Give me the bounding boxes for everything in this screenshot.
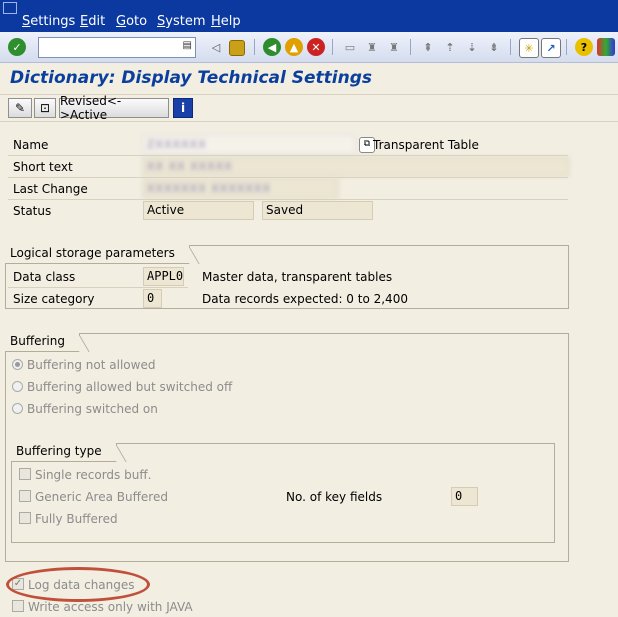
exit-icon[interactable]: ▲ xyxy=(285,38,303,56)
info-icon[interactable]: i xyxy=(173,98,193,118)
last-change-label: Last Change xyxy=(13,182,88,196)
command-history-icon[interactable]: ▤ xyxy=(183,40,192,51)
single-records-checkbox[interactable] xyxy=(19,468,31,480)
revised-active-button[interactable]: Revised<->Active xyxy=(59,94,169,122)
back-arrow-icon[interactable]: ◁ xyxy=(207,38,225,56)
logical-storage-title: Logical storage parameters xyxy=(5,245,190,264)
generic-area-checkbox[interactable] xyxy=(19,490,31,502)
menu-edit[interactable]: Edit xyxy=(80,14,105,29)
size-category-label: Size category xyxy=(13,292,95,306)
data-class-label: Data class xyxy=(13,270,76,284)
window-menu-icon[interactable] xyxy=(3,2,17,14)
highlight-circle xyxy=(6,567,150,602)
key-fields-label: No. of key fields xyxy=(286,490,383,504)
key-fields-field: 0 xyxy=(451,487,478,506)
buffering-switched-off-label: Buffering allowed but switched off xyxy=(27,380,233,394)
menu-system[interactable]: System xyxy=(157,14,206,29)
previous-page-icon[interactable]: ⇡ xyxy=(441,38,459,56)
system-toolbar: ✓ ▤ ◁ ◀ ▲ ✕ ▭ ♜ ♜ ⇞ ⇡ ⇣ ⇟ ✳ ↗ ? xyxy=(0,32,618,63)
menu-goto[interactable]: Goto xyxy=(116,14,147,29)
print-icon[interactable]: ▭ xyxy=(341,38,359,56)
status-saved-field: Saved xyxy=(262,201,373,220)
write-access-java-label: Write access only with JAVA xyxy=(28,600,193,614)
layout-menu-icon[interactable] xyxy=(597,38,615,56)
display-change-icon[interactable]: ✎ xyxy=(8,98,32,118)
buffering-type-title: Buffering type xyxy=(11,443,117,462)
page-title: Dictionary: Display Technical Settings xyxy=(10,68,372,88)
buffering-switched-off-radio[interactable] xyxy=(12,381,23,392)
buffering-title: Buffering xyxy=(5,333,80,352)
next-page-icon[interactable]: ⇣ xyxy=(463,38,481,56)
size-category-field[interactable]: 0 xyxy=(143,289,162,308)
buffering-switched-on-radio[interactable] xyxy=(12,403,23,414)
write-access-java-checkbox[interactable] xyxy=(12,600,24,612)
create-session-icon[interactable]: ✳ xyxy=(519,38,539,58)
other-object-icon[interactable]: ⊡ xyxy=(34,98,56,118)
data-class-description: Master data, transparent tables xyxy=(202,270,393,284)
generic-area-label: Generic Area Buffered xyxy=(35,490,168,504)
data-class-field[interactable]: APPL0 xyxy=(143,267,184,286)
command-field[interactable]: ▤ xyxy=(38,37,196,58)
fully-buffered-checkbox[interactable] xyxy=(19,512,31,524)
find-icon[interactable]: ♜ xyxy=(363,38,381,56)
name-label: Name xyxy=(13,138,49,152)
first-page-icon[interactable]: ⇞ xyxy=(419,38,437,56)
table-type-label: Transparent Table xyxy=(373,138,479,152)
status-label: Status xyxy=(13,204,52,218)
last-change-field: XXXXXXX XXXXXXX xyxy=(143,179,338,198)
menu-help[interactable]: Help xyxy=(211,14,241,29)
size-category-description: Data records expected: 0 to 2,400 xyxy=(202,292,408,306)
save-icon[interactable] xyxy=(229,40,245,56)
fully-buffered-label: Fully Buffered xyxy=(35,512,118,526)
find-next-icon[interactable]: ♜ xyxy=(385,38,403,56)
help-icon[interactable]: ? xyxy=(575,38,593,56)
buffering-not-allowed-radio[interactable] xyxy=(12,359,23,370)
shortcut-icon[interactable]: ↗ xyxy=(541,38,561,58)
short-text-field: XX XX XXXXX xyxy=(143,157,569,176)
name-field: ZXXXXXX xyxy=(143,135,355,154)
short-text-label: Short text xyxy=(13,160,73,174)
back-icon[interactable]: ◀ xyxy=(263,38,281,56)
enter-icon[interactable]: ✓ xyxy=(8,38,26,56)
menu-settings[interactable]: Settings xyxy=(22,14,75,29)
status-field: Active xyxy=(143,201,254,220)
menu-bar: Settings Edit Goto System Help xyxy=(0,0,618,32)
app-toolbar-divider xyxy=(0,121,618,122)
buffering-switched-on-label: Buffering switched on xyxy=(27,402,158,416)
last-page-icon[interactable]: ⇟ xyxy=(485,38,503,56)
cancel-icon[interactable]: ✕ xyxy=(307,38,325,56)
single-records-label: Single records buff. xyxy=(35,468,152,482)
buffering-not-allowed-label: Buffering not allowed xyxy=(27,358,156,372)
